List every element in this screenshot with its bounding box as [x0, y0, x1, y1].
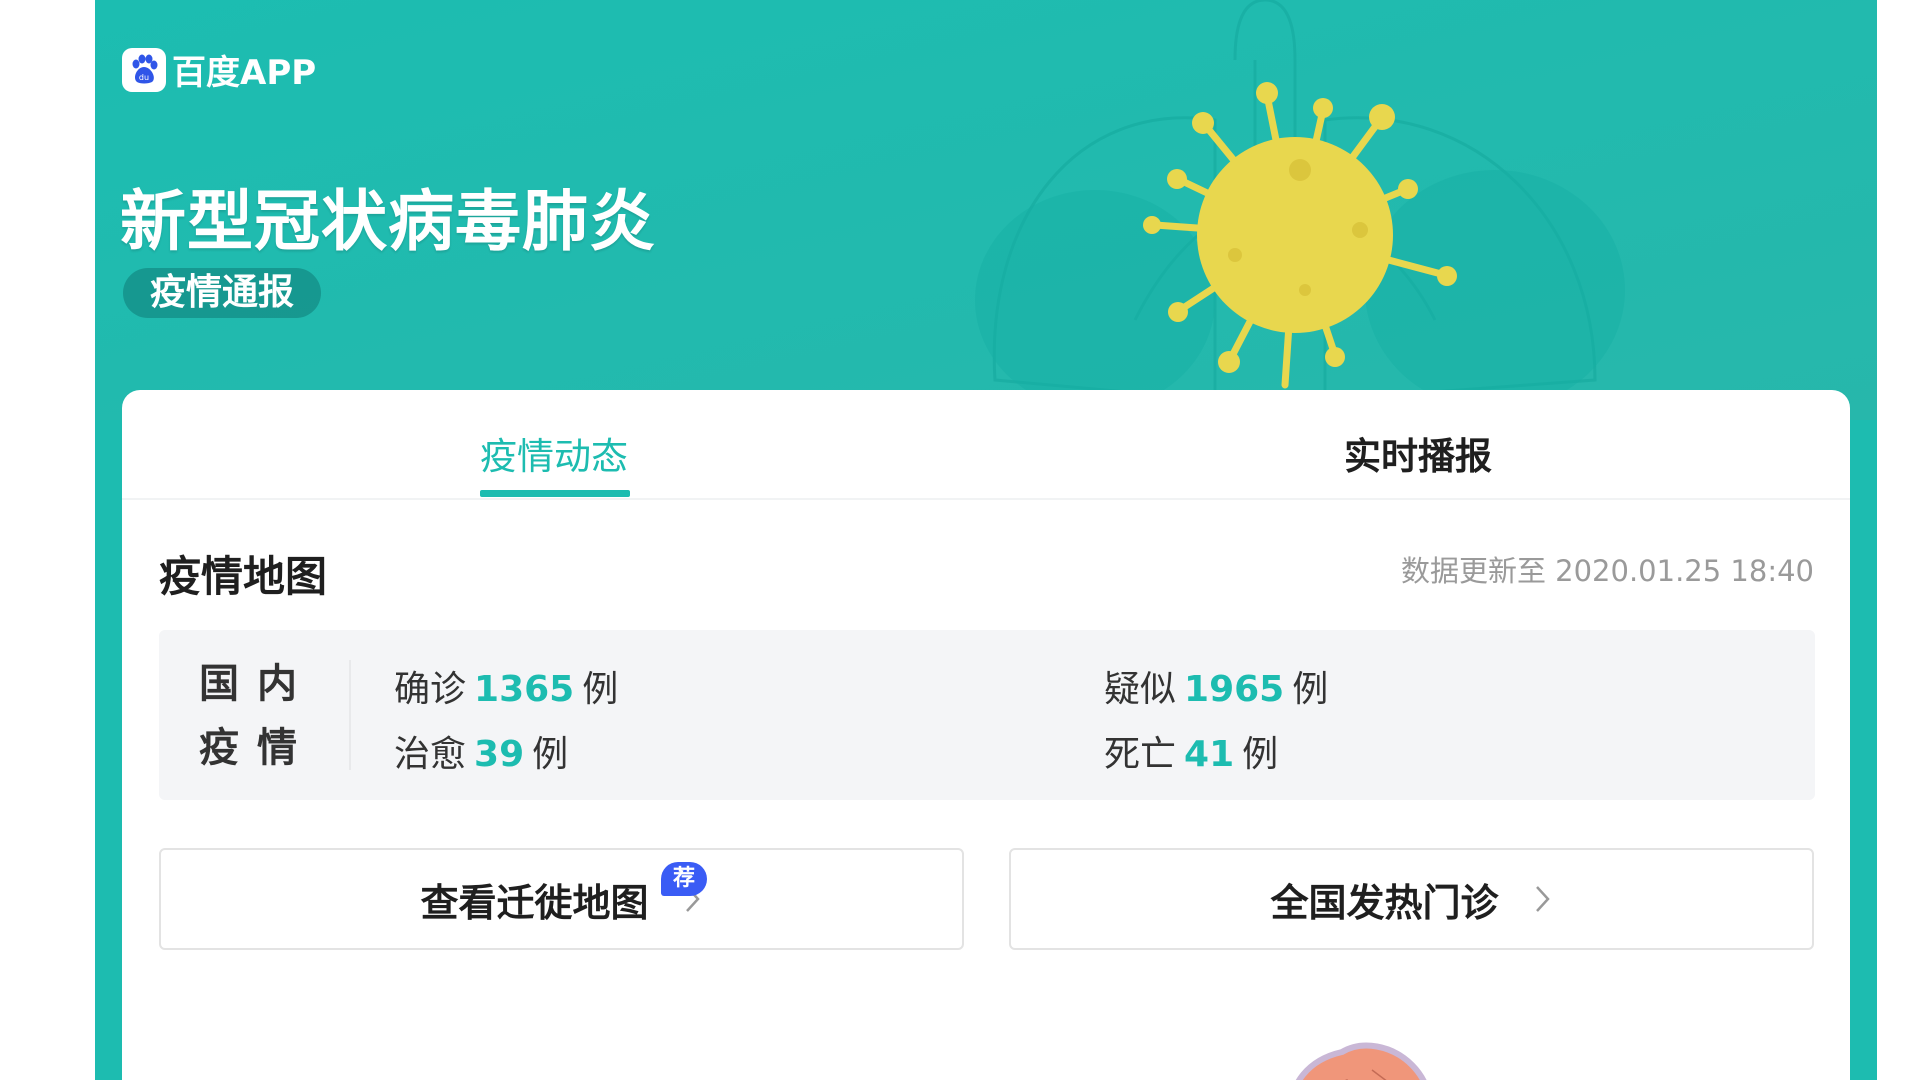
page-title: 新型冠状病毒肺炎	[120, 183, 656, 260]
stat-label: 治愈	[394, 734, 467, 775]
stat-value: 39	[474, 734, 525, 775]
chevron-right-icon	[1535, 886, 1550, 912]
migration-map-label: 查看迁徙地图	[420, 880, 649, 925]
divider	[349, 660, 351, 770]
stat-confirmed: 确诊 1365 例	[394, 660, 618, 712]
stat-unit: 例	[1242, 734, 1279, 775]
stat-dead: 死亡 41 例	[1104, 725, 1278, 777]
stat-label: 死亡	[1104, 734, 1177, 775]
stat-unit: 例	[1292, 669, 1329, 710]
subtitle-pill: 疫情通报	[123, 268, 322, 318]
brand-logo: du 百度APP	[122, 45, 316, 94]
stat-value: 41	[1184, 734, 1235, 775]
region-label-line2: 疫情	[199, 725, 315, 771]
fever-clinic-button[interactable]: 全国发热门诊	[1009, 848, 1814, 950]
china-map-preview	[1295, 1042, 1427, 1080]
region-label: 国内 疫情	[199, 652, 339, 780]
update-timestamp: 数据更新至 2020.01.25 18:40	[1400, 554, 1814, 588]
brand-name: 百度APP	[172, 53, 317, 93]
tab-epidemic-dynamics[interactable]: 疫情动态	[480, 426, 628, 480]
stat-unit: 例	[532, 734, 569, 775]
stat-label: 疑似	[1104, 669, 1177, 710]
paw-icon: du	[122, 47, 166, 92]
svg-text:du: du	[139, 73, 149, 82]
stat-value: 1365	[474, 669, 575, 710]
section-title: 疫情地图	[159, 552, 328, 601]
tab-live-broadcast[interactable]: 实时播报	[1344, 426, 1492, 480]
screen: du 百度APP 新型冠状病毒肺炎 疫情通报 疫情动态 实时播报 疫情地图 数据…	[0, 0, 1920, 1080]
region-label-line1: 国内	[199, 661, 315, 707]
stat-value: 1965	[1184, 669, 1285, 710]
stat-suspected: 疑似 1965 例	[1104, 660, 1328, 712]
migration-map-button[interactable]: 查看迁徙地图 荐	[159, 848, 964, 950]
recommend-badge: 荐	[661, 862, 707, 896]
active-tab-indicator	[480, 490, 630, 497]
epidemic-panel: du 百度APP 新型冠状病毒肺炎 疫情通报 疫情动态 实时播报 疫情地图 数据…	[95, 0, 1877, 1080]
stat-cured: 治愈 39 例	[394, 725, 568, 777]
stat-unit: 例	[582, 669, 619, 710]
fever-clinic-label: 全国发热门诊	[1270, 880, 1499, 925]
stat-label: 确诊	[394, 669, 467, 710]
tab-bar: 疫情动态 实时播报	[122, 390, 1850, 500]
domestic-stats: 国内 疫情 确诊 1365 例 疑似 1965 例 治愈 39 例 死亡 41 例	[159, 630, 1815, 800]
content-card: 疫情动态 实时播报 疫情地图 数据更新至 2020.01.25 18:40 国内…	[122, 390, 1850, 1080]
